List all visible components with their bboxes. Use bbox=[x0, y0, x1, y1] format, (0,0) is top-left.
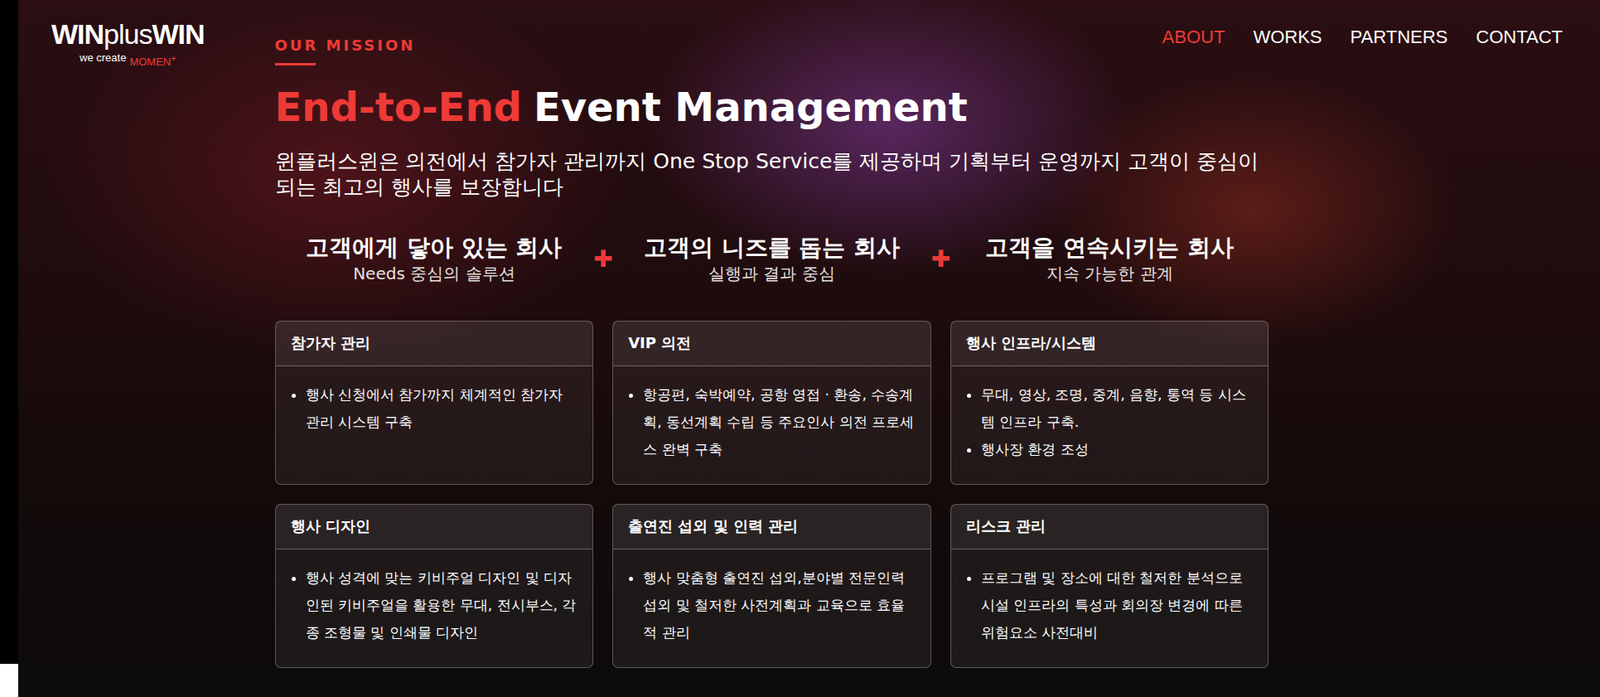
card-item: 행사 신청에서 참가까지 체계적인 참가자 관리 시스템 구축 bbox=[305, 381, 579, 436]
value-subtitle: 지속 가능한 관계 bbox=[1046, 262, 1174, 285]
card-list: 프로그램 및 장소에 대한 철저한 분석으로 시설 인프라의 특성과 회의장 변… bbox=[951, 549, 1269, 662]
plus-icon: ✚ bbox=[593, 245, 613, 273]
values-row: 고객에게 닿아 있는 회사Needs 중심의 솔루션✚고객의 니즈를 돕는 회사… bbox=[275, 232, 1270, 285]
hero-section: OUR MISSION End-to-EndEvent Management 윈플러… bbox=[18, 0, 1600, 697]
value-subtitle: 실행과 결과 중심 bbox=[708, 262, 836, 285]
eyebrow-underline bbox=[275, 62, 316, 66]
value-title: 고객에게 닿아 있는 회사 bbox=[305, 232, 562, 263]
card-item: 무대, 영상, 조명, 중계, 음향, 통역 등 시스템 인프라 구축. bbox=[981, 381, 1254, 436]
service-card: 행사 디자인행사 성격에 맞는 키비주얼 디자인 및 디자인된 키비주얼을 활용… bbox=[275, 503, 595, 668]
card-list: 행사 맞춤형 출연진 섭외,분야별 전문인력 섭외 및 철저한 사전계획과 교육… bbox=[613, 549, 931, 662]
section-description: 윈플러스윈은 의전에서 참가자 관리까지 One Stop Service를 제… bbox=[275, 148, 1270, 200]
card-list: 항공편, 숙박예약, 공항 영접 · 환송, 수송계획, 동선계획 수립 등 주… bbox=[613, 366, 931, 479]
card-item: 행사장 환경 조성 bbox=[981, 435, 1254, 464]
main-nav: ABOUT WORKS PARTNERS CONTACT bbox=[1162, 18, 1563, 49]
card-item: 프로그램 및 장소에 대한 철저한 분석으로 시설 인프라의 특성과 회의장 변… bbox=[981, 564, 1254, 647]
service-card: VIP 의전항공편, 숙박예약, 공항 영접 · 환송, 수송계획, 동선계획 … bbox=[612, 320, 932, 485]
nav-item[interactable]: WORKS bbox=[1252, 26, 1322, 49]
card-list: 무대, 영상, 조명, 중계, 음향, 통역 등 시스템 인프라 구축.행사장 … bbox=[951, 366, 1269, 479]
page: OUR MISSION End-to-EndEvent Management 윈플러… bbox=[0, 0, 1600, 697]
service-card: 참가자 관리행사 신청에서 참가까지 체계적인 참가자 관리 시스템 구축 bbox=[275, 320, 595, 485]
card-title: 참가자 관리 bbox=[275, 321, 594, 367]
value-title: 고객을 연속시키는 회사 bbox=[985, 232, 1234, 263]
left-strip bbox=[0, 0, 19, 697]
card-item: 행사 맞춤형 출연진 섭외,분야별 전문인력 섭외 및 철저한 사전계획과 교육… bbox=[642, 564, 916, 647]
card-title: 출연진 섭외 및 인력 관리 bbox=[613, 504, 931, 550]
service-card: 행사 인프라/시스템무대, 영상, 조명, 중계, 음향, 통역 등 시스템 인… bbox=[950, 320, 1270, 485]
card-title: 행사 인프라/시스템 bbox=[951, 321, 1269, 367]
strip-patch bbox=[0, 663, 19, 697]
card-title: 리스크 관리 bbox=[951, 504, 1269, 550]
nav-item[interactable]: CONTACT bbox=[1475, 26, 1563, 49]
card-title: 행사 디자인 bbox=[275, 504, 594, 550]
plus-icon: ✚ bbox=[931, 245, 951, 273]
logo-name: WINplusWIN bbox=[51, 18, 205, 50]
title-accent: End-to-End bbox=[275, 83, 523, 131]
logo[interactable]: WINplusWINwe createMOMEN+ bbox=[51, 18, 205, 69]
card-list: 행사 성격에 맞는 키비주얼 디자인 및 디자인된 키비주얼을 활용한 무대, … bbox=[275, 549, 594, 662]
service-card: 리스크 관리프로그램 및 장소에 대한 철저한 분석으로 시설 인프라의 특성과… bbox=[950, 503, 1270, 668]
card-item: 행사 성격에 맞는 키비주얼 디자인 및 디자인된 키비주얼을 활용한 무대, … bbox=[305, 564, 579, 647]
section-eyebrow: OUR MISSION bbox=[275, 36, 1270, 55]
value-item: 고객을 연속시키는 회사지속 가능한 관계 bbox=[950, 232, 1270, 285]
mission-content: OUR MISSION End-to-EndEvent Management 윈플러… bbox=[275, 0, 1270, 697]
card-item: 항공편, 숙박예약, 공항 영접 · 환송, 수송계획, 동선계획 수립 등 주… bbox=[642, 381, 916, 464]
section-title: End-to-EndEvent Management bbox=[275, 82, 1270, 132]
value-title: 고객의 니즈를 돕는 회사 bbox=[643, 232, 900, 263]
service-grid: 참가자 관리행사 신청에서 참가까지 체계적인 참가자 관리 시스템 구축VIP… bbox=[275, 320, 1270, 668]
card-title: VIP 의전 bbox=[613, 321, 931, 367]
card-list: 행사 신청에서 참가까지 체계적인 참가자 관리 시스템 구축 bbox=[275, 366, 594, 451]
nav-item[interactable]: PARTNERS bbox=[1350, 26, 1449, 49]
value-item: 고객의 니즈를 돕는 회사실행과 결과 중심 bbox=[612, 232, 932, 285]
logo-tagline: we createMOMEN+ bbox=[79, 51, 177, 69]
nav-item[interactable]: ABOUT bbox=[1162, 26, 1226, 49]
service-card: 출연진 섭외 및 인력 관리행사 맞춤형 출연진 섭외,분야별 전문인력 섭외 … bbox=[612, 503, 932, 668]
value-subtitle: Needs 중심의 솔루션 bbox=[352, 262, 515, 285]
site-header: WINplusWINwe createMOMEN+ ABOUT WORKS PARTN… bbox=[51, 0, 1563, 69]
value-item: 고객에게 닿아 있는 회사Needs 중심의 솔루션 bbox=[275, 232, 595, 285]
